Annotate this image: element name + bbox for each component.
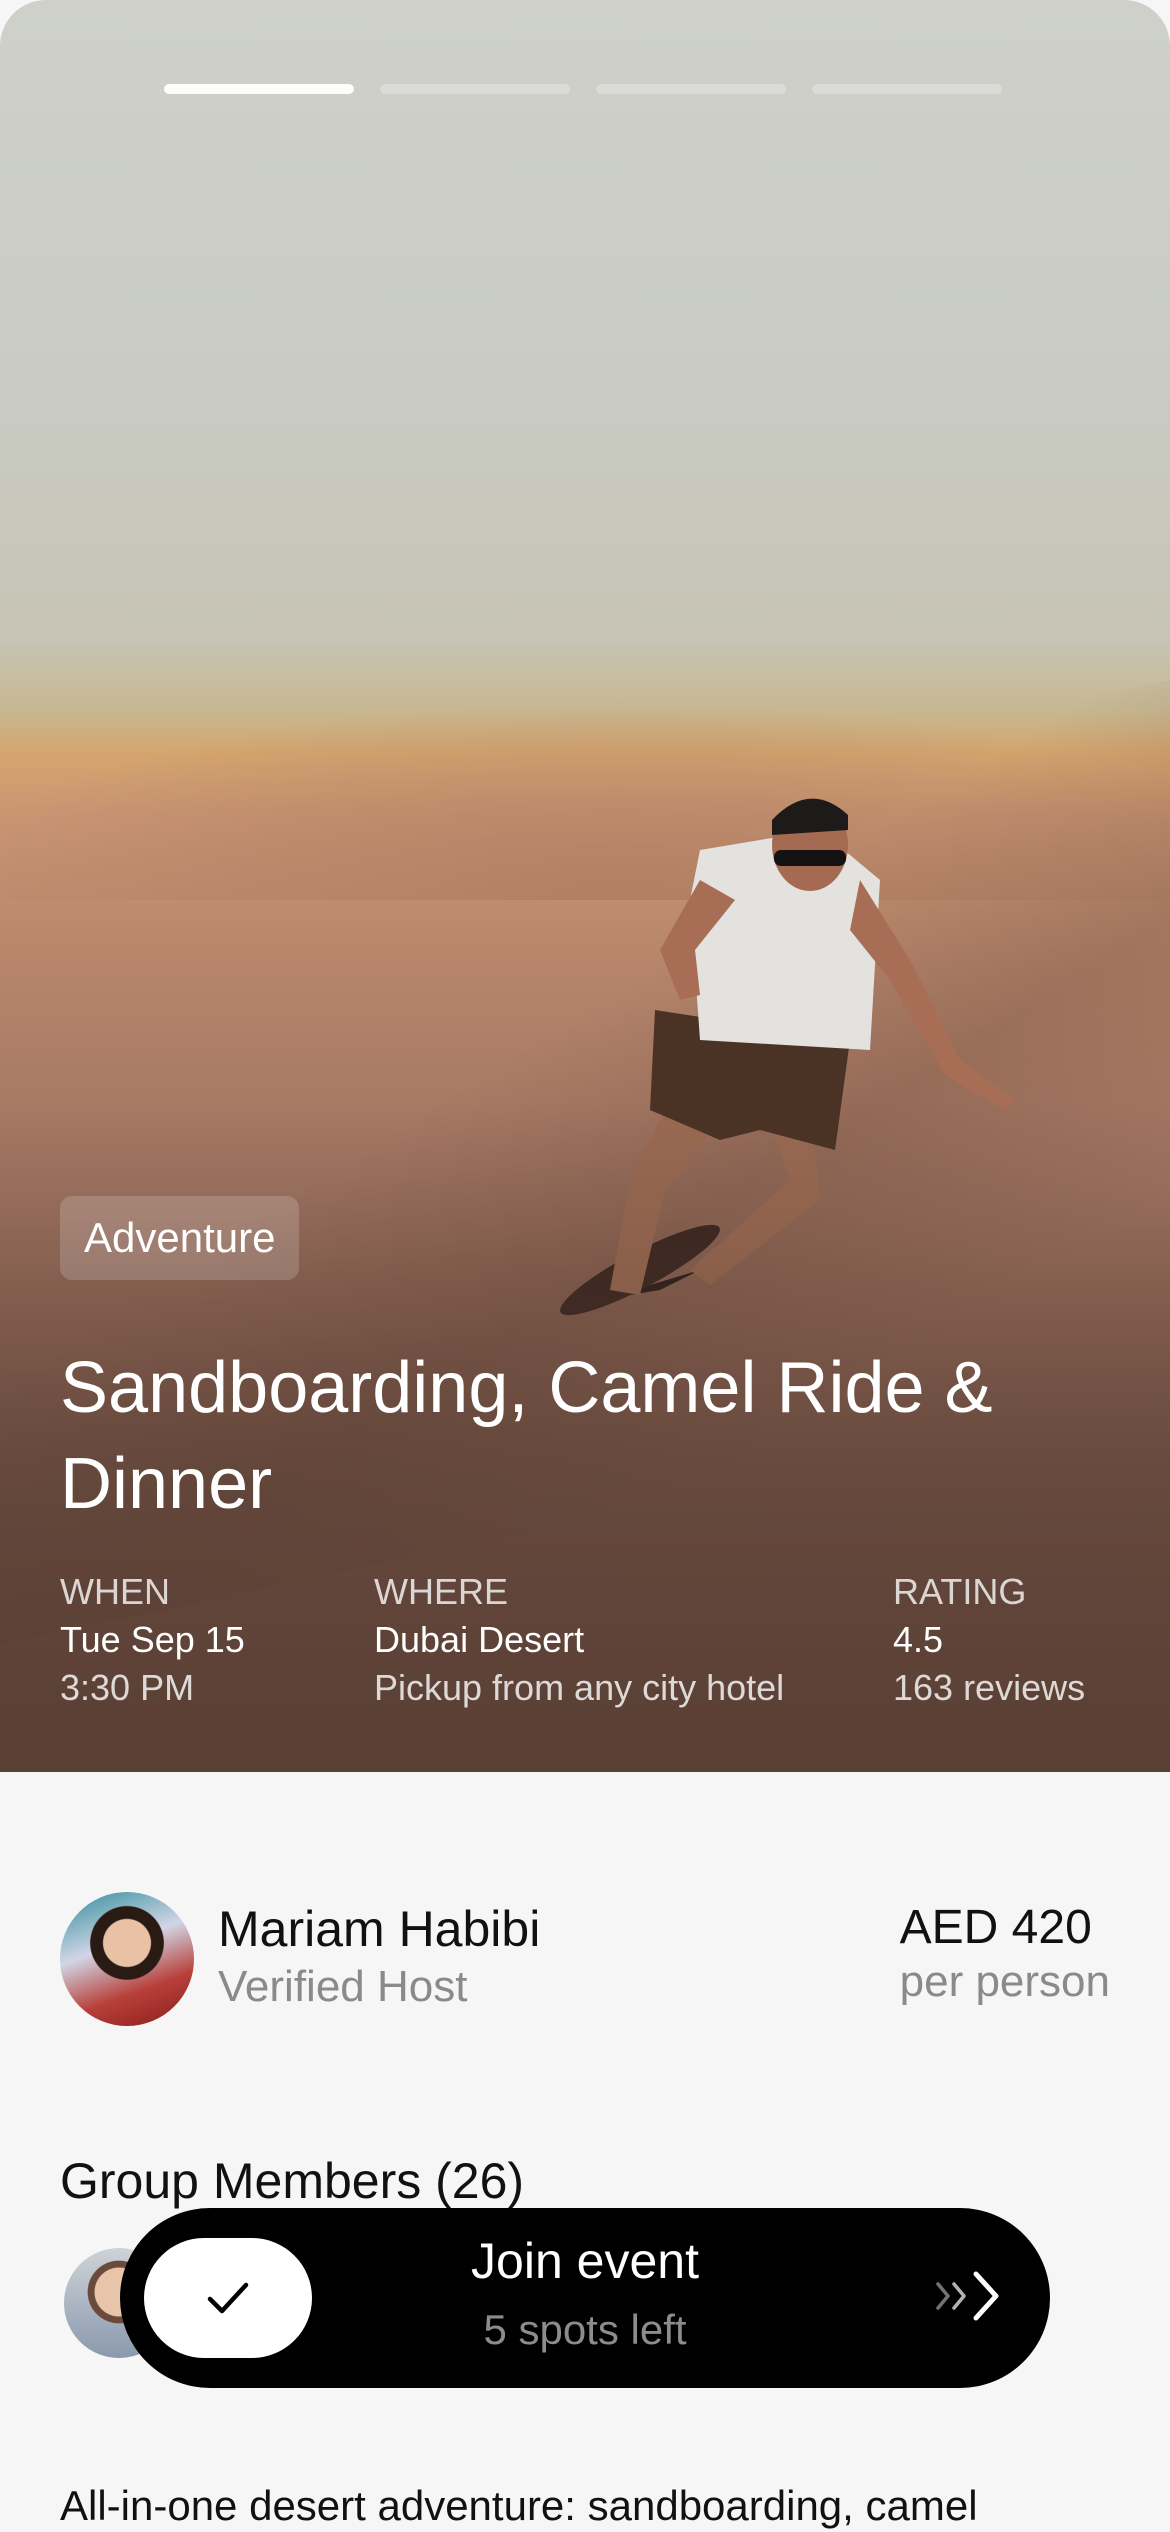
price-unit: per person [899,1957,1110,2006]
where-block: WHERE Dubai Desert Pickup from any city … [374,1568,784,1712]
rating-reviews[interactable]: 163 reviews [893,1664,1085,1712]
rating-label: RATING [893,1571,1027,1612]
when-block: WHEN Tue Sep 15 3:30 PM [60,1568,245,1712]
category-badge: Adventure [60,1196,300,1280]
host-verified-label: Verified Host [218,1962,468,2011]
event-description: All-in-one desert adventure: sandboardin… [60,2482,978,2529]
host-avatar[interactable] [60,1892,194,2026]
rating-value: 4.5 [893,1619,944,1660]
spots-left-label: 5 spots left [483,2306,687,2353]
story-progress-segment [164,84,354,94]
event-title: Sandboarding, Camel Ride & Dinner [60,1348,993,1524]
host-row[interactable]: Mariam Habibi Verified Host AED 420 per … [60,1892,1110,2028]
chevron-right-icon [932,2266,1008,2326]
host-name[interactable]: Mariam Habibi [218,1900,540,1958]
where-place: Dubai Desert [374,1619,585,1660]
story-progress-segment [380,84,570,94]
where-label: WHERE [374,1571,508,1612]
join-event-slider[interactable]: Join event 5 spots left [120,2208,1050,2388]
when-date: Tue Sep 15 [60,1619,245,1660]
where-note: Pickup from any city hotel [374,1667,785,1708]
story-progress [164,84,1002,94]
price-amount: AED 420 [899,1901,1092,1954]
story-progress-segment [596,84,786,94]
when-label: WHEN [60,1571,170,1612]
hero-image: Adventure Sandboarding, Camel Ride & Din… [0,0,1170,1772]
when-time: 3:30 PM [60,1667,195,1708]
join-event-label: Join event [471,2233,699,2289]
story-progress-segment [812,84,1002,94]
rating-block: RATING 4.5 163 reviews [893,1568,1085,1712]
price-block: AED 420 per person [900,1900,1110,2008]
group-members-title: Group Members (26) [60,2153,525,2209]
